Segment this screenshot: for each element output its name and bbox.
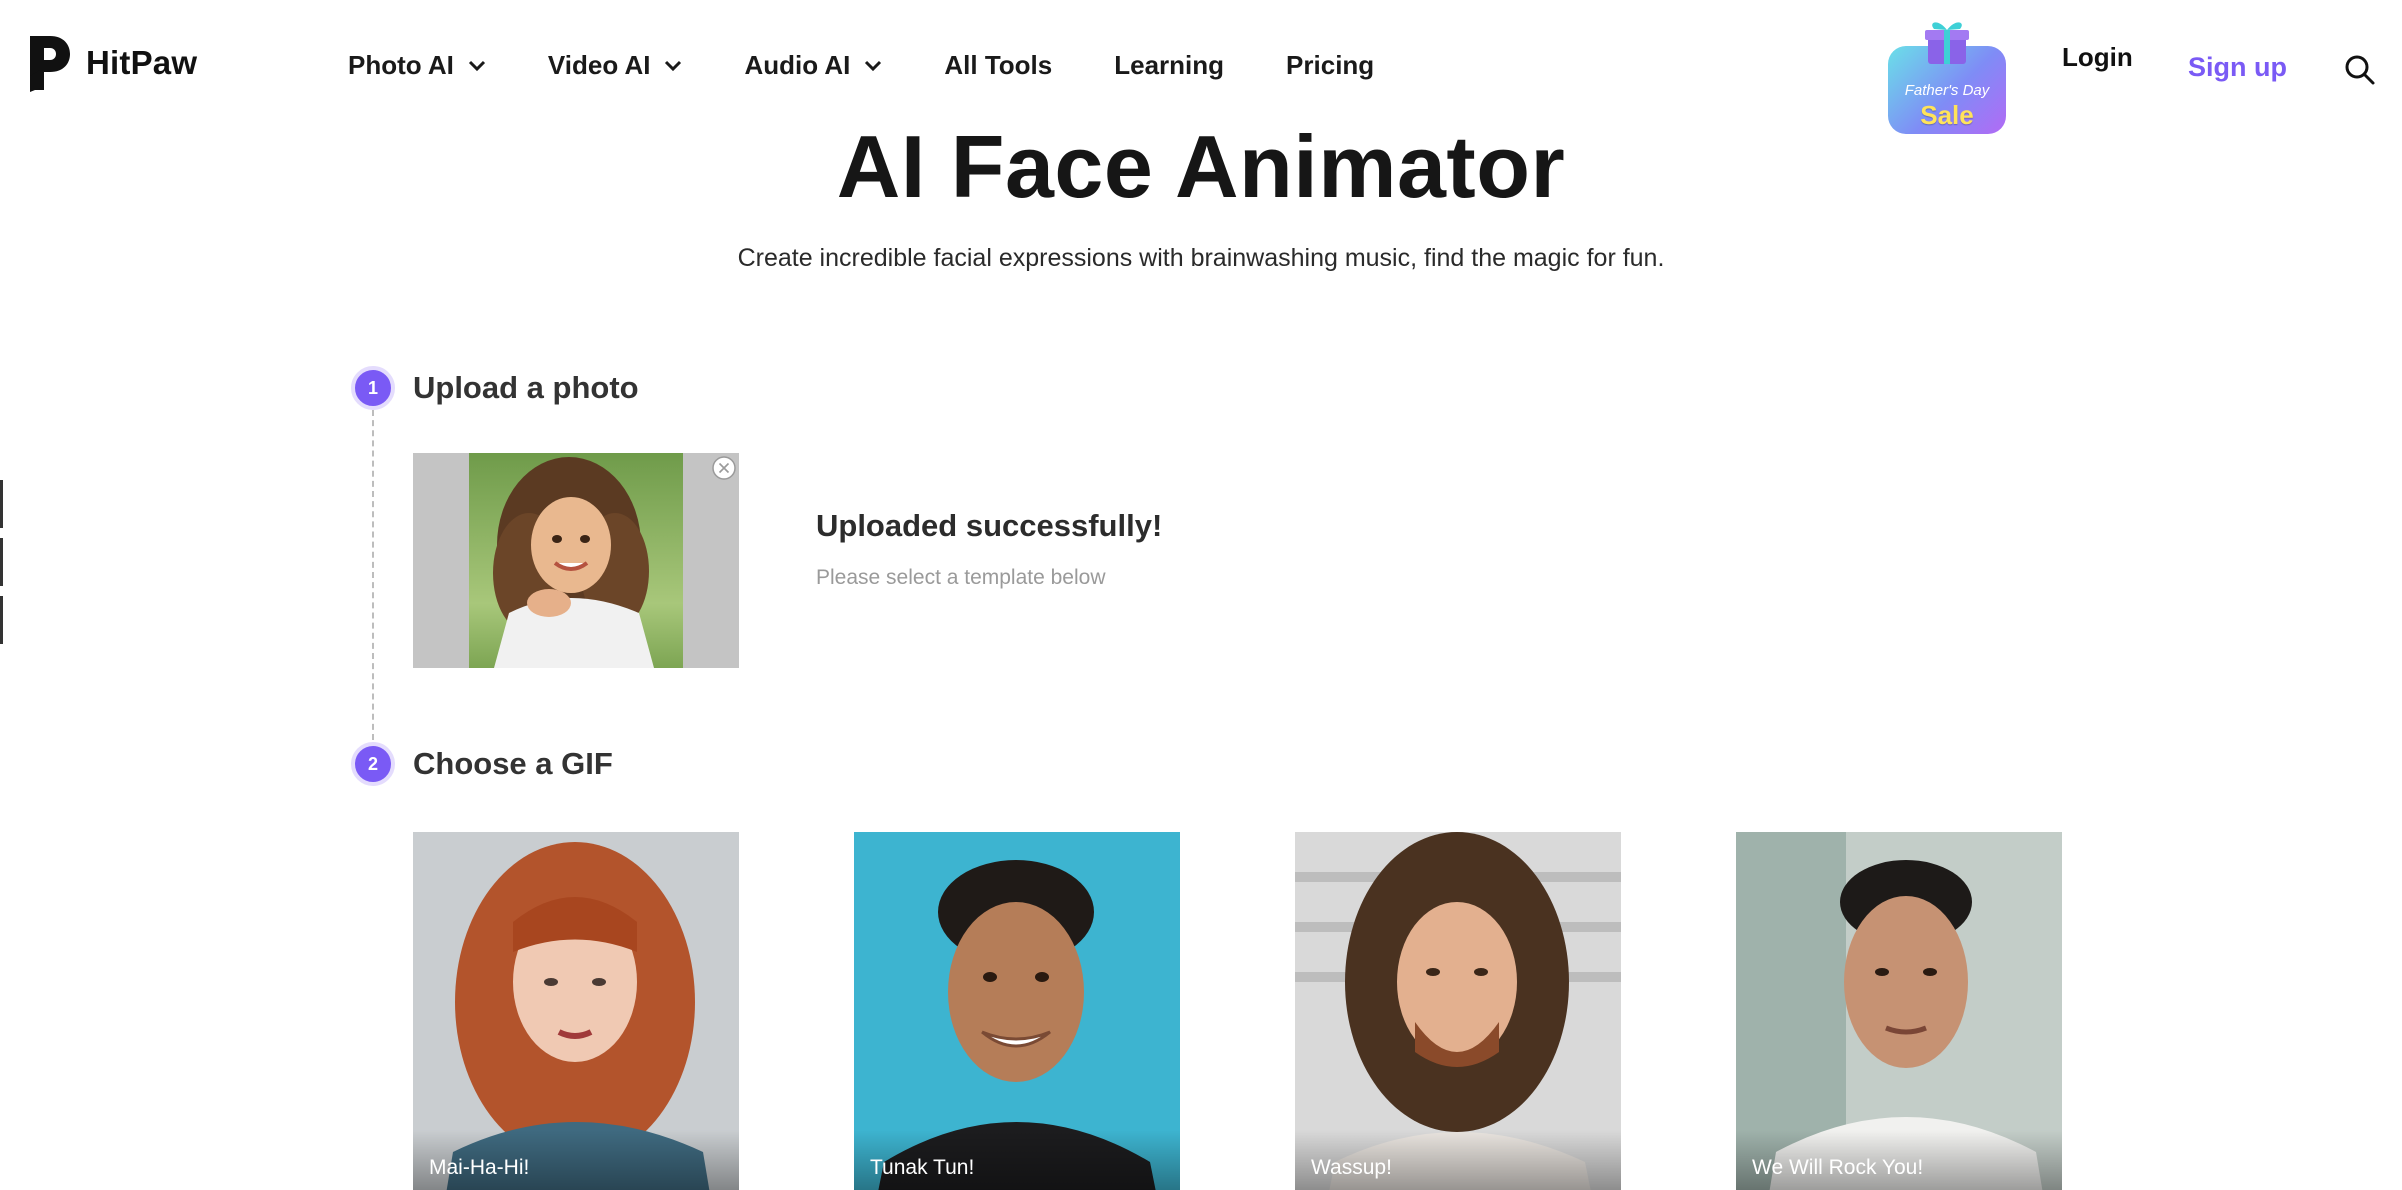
- gif-template-label: We Will Rock You!: [1736, 1130, 2062, 1190]
- upload-hint: Please select a template below: [816, 566, 1106, 589]
- step-1-badge: 1: [351, 366, 395, 410]
- hitpaw-logo-icon: [30, 36, 70, 92]
- remove-photo-icon[interactable]: [711, 455, 737, 481]
- page-title: AI Face Animator: [836, 117, 1566, 216]
- nav-photo-ai-label: Photo AI: [348, 50, 454, 80]
- side-tab[interactable]: [0, 480, 3, 528]
- step-2-badge: 2: [351, 742, 395, 786]
- nav-learning-label: Learning: [1114, 50, 1225, 80]
- nav-all-tools-label: All Tools: [944, 50, 1053, 80]
- hitpaw-logo[interactable]: HitPaw: [24, 32, 197, 94]
- signup-link[interactable]: Sign up: [2188, 52, 2287, 83]
- step-1-title: Upload a photo: [413, 370, 639, 405]
- search-icon[interactable]: [2344, 54, 2376, 86]
- nav-video-ai[interactable]: Video AI: [548, 50, 683, 81]
- nav-video-ai-label: Video AI: [547, 50, 651, 80]
- nav-pricing[interactable]: Pricing: [1286, 50, 1374, 81]
- brand-name: HitPaw: [86, 44, 198, 81]
- nav-photo-ai[interactable]: Photo AI: [348, 50, 486, 81]
- gif-template-card[interactable]: Wassup!: [1295, 832, 1621, 1190]
- nav-audio-ai-label: Audio AI: [744, 50, 851, 80]
- uploaded-photo-preview: [413, 453, 739, 668]
- site-header: HitPaw Photo AI Video AI Audio AI All To…: [0, 0, 2402, 134]
- step-2-title: Choose a GIF: [413, 746, 613, 781]
- gif-template-card[interactable]: We Will Rock You!: [1736, 832, 2062, 1190]
- page-subtitle: Create incredible facial expressions wit…: [737, 244, 1665, 272]
- gif-template-card[interactable]: Mai-Ha-Hi!: [413, 832, 739, 1190]
- gift-icon: [1925, 22, 1969, 64]
- main-nav: Photo AI Video AI Audio AI All Tools Lea…: [348, 50, 1436, 81]
- gif-template-label: Tunak Tun!: [854, 1130, 1180, 1190]
- upload-status: Uploaded successfully!: [816, 508, 1163, 543]
- gif-template-card[interactable]: Tunak Tun!: [854, 832, 1180, 1190]
- side-tab[interactable]: [0, 596, 3, 644]
- step-connector: [372, 410, 374, 740]
- nav-all-tools[interactable]: All Tools: [944, 50, 1052, 81]
- gif-template-label: Wassup!: [1295, 1130, 1621, 1190]
- uploaded-photo: [469, 453, 683, 668]
- chevron-down-icon: [865, 60, 882, 71]
- side-tab[interactable]: [0, 538, 3, 586]
- gif-template-label: Mai-Ha-Hi!: [413, 1130, 739, 1190]
- chevron-down-icon: [665, 60, 682, 71]
- nav-learning[interactable]: Learning: [1114, 50, 1224, 81]
- login-link[interactable]: Login: [2062, 42, 2133, 73]
- nav-pricing-label: Pricing: [1286, 50, 1375, 80]
- chevron-down-icon: [468, 60, 485, 71]
- promo-line-1: Father's Day: [1904, 82, 1990, 99]
- nav-audio-ai[interactable]: Audio AI: [744, 50, 882, 81]
